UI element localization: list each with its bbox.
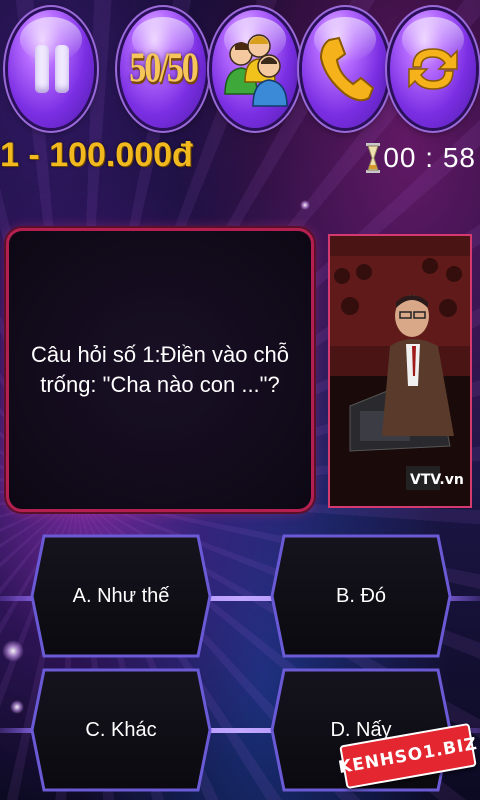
answer-a-label: A. Như thế	[72, 584, 170, 607]
timer: 00 : 58	[366, 142, 476, 174]
sparkle	[300, 200, 310, 210]
host-photo: VTV.vn	[328, 234, 472, 508]
ask-audience-button[interactable]	[212, 10, 298, 128]
switch-question-button[interactable]	[390, 10, 476, 128]
phone-icon	[319, 36, 375, 102]
fifty-fifty-icon: 50/50	[129, 45, 198, 92]
answer-c-button[interactable]: C. Khác	[30, 668, 212, 792]
phone-friend-button[interactable]	[302, 10, 388, 128]
pause-icon	[35, 45, 49, 93]
refresh-icon	[408, 48, 458, 90]
pause-icon	[55, 45, 69, 93]
answer-a-button[interactable]: A. Như thế	[30, 534, 212, 658]
answer-b-button[interactable]: B. Đó	[270, 534, 452, 658]
question-text: Câu hỏi số 1:Điền vào chỗ trống: "Cha nà…	[30, 342, 290, 397]
answer-c-label: C. Khác	[85, 718, 157, 741]
sparkle	[2, 640, 24, 662]
prize-level: 1 - 100.000đ	[0, 136, 193, 174]
timer-text: 00 : 58	[383, 142, 476, 173]
question-box: Câu hỏi số 1:Điền vào chỗ trống: "Cha nà…	[6, 228, 314, 512]
button-gloss	[20, 17, 82, 62]
pause-button[interactable]	[8, 10, 94, 128]
fifty-fifty-button[interactable]: 50/50	[120, 10, 206, 128]
audience-icon	[224, 34, 288, 107]
host-illustration: VTV.vn	[330, 236, 470, 506]
vtv-watermark: VTV.vn	[410, 472, 464, 488]
sparkle	[10, 700, 24, 714]
hourglass-icon	[366, 143, 381, 173]
answer-b-label: B. Đó	[335, 584, 387, 607]
